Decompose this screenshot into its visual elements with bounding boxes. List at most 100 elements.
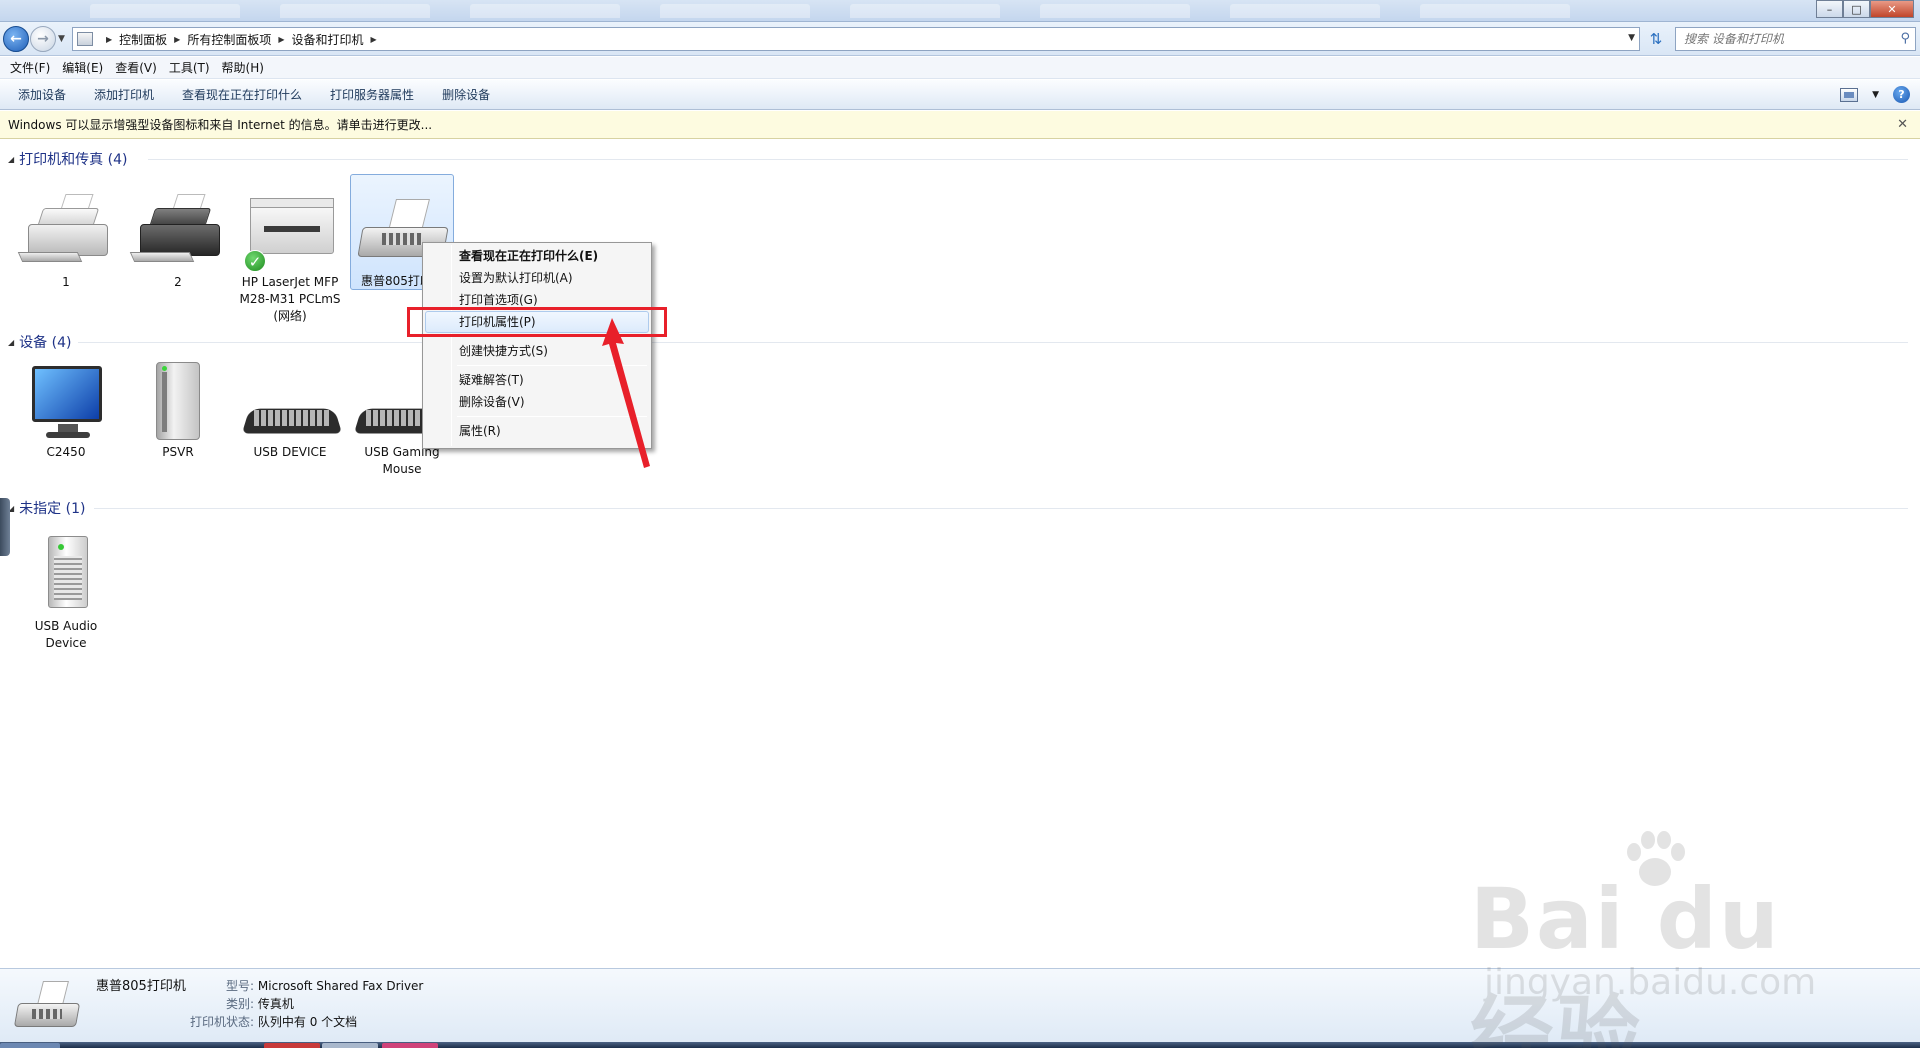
group-header-unspecified[interactable]: ◢ 未指定 (1): [8, 497, 1908, 519]
multifunction-printer-icon: ✓: [242, 192, 338, 272]
printer-tile-1[interactable]: 1: [14, 192, 118, 291]
breadcrumb: ▶ 控制面板 ▶ 所有控制面板项 ▶ 设备和打印机 ▶: [99, 31, 384, 48]
close-icon[interactable]: ✕: [1897, 117, 1908, 132]
background-tab[interactable]: [1040, 4, 1190, 18]
refresh-icon: ⇅: [1649, 30, 1663, 48]
device-tile-usb-audio[interactable]: USB Audio Device: [14, 536, 118, 652]
background-tab[interactable]: [1420, 4, 1570, 18]
device-tile-psvr[interactable]: PSVR: [126, 362, 230, 461]
details-category: 类别: 传真机: [226, 995, 294, 1012]
printer-icon: [17, 192, 114, 272]
collapse-triangle-icon[interactable]: ◢: [8, 338, 14, 347]
tile-label: USB Gaming Mouse: [364, 445, 440, 476]
search-input[interactable]: [1684, 32, 1884, 46]
background-tab[interactable]: [660, 4, 810, 18]
menu-item-set-default[interactable]: 设置为默认打印机(A): [425, 267, 649, 289]
taskbar-app[interactable]: [382, 1043, 438, 1048]
details-category-key: 类别:: [226, 997, 255, 1011]
audio-device-icon: [18, 536, 114, 616]
info-bar-text: Windows 可以显示增强型设备图标和来自 Internet 的信息。请单击进…: [8, 118, 433, 132]
maximize-button[interactable]: □: [1843, 0, 1870, 18]
chevron-right-icon[interactable]: ▶: [174, 35, 180, 44]
device-tile-usb-device[interactable]: USB DEVICE: [238, 362, 343, 461]
printer-tile-2[interactable]: 2: [126, 192, 230, 291]
menu-help[interactable]: 帮助(H): [216, 59, 270, 76]
taskbar-app[interactable]: [264, 1043, 320, 1048]
tile-label: C2450: [46, 445, 86, 459]
watermark: Bai du 经验 jingyan.baidu.com: [1470, 831, 1830, 1048]
external-drive-icon: [130, 362, 226, 442]
monitor-icon: [18, 362, 114, 442]
chevron-right-icon[interactable]: ▶: [371, 35, 377, 44]
chevron-right-icon[interactable]: ▶: [278, 35, 284, 44]
control-panel-icon: [77, 32, 93, 46]
tile-label: 2: [174, 275, 182, 289]
background-tab[interactable]: [470, 4, 620, 18]
add-device-button[interactable]: 添加设备: [8, 86, 76, 103]
group-divider: [148, 159, 1908, 160]
sidebar-gadget-handle[interactable]: [0, 498, 10, 556]
back-button[interactable]: ←: [3, 26, 29, 52]
menu-bar: 文件(F) 编辑(E) 查看(V) 工具(T) 帮助(H): [0, 57, 1920, 79]
menu-file[interactable]: 文件(F): [4, 59, 56, 76]
forward-button[interactable]: →: [30, 26, 56, 52]
search-icon[interactable]: ⚲: [1900, 31, 1910, 46]
details-status-value: 队列中有 0 个文档: [257, 1015, 358, 1029]
remove-device-button[interactable]: 删除设备: [432, 86, 500, 103]
details-model: 型号: Microsoft Shared Fax Driver: [226, 977, 423, 994]
annotation-arrow-icon: [602, 318, 650, 468]
breadcrumb-devices-printers[interactable]: 设备和打印机: [292, 31, 364, 48]
keyboard-icon: [241, 362, 343, 442]
search-box[interactable]: ⚲: [1675, 27, 1916, 51]
collapse-triangle-icon[interactable]: ◢: [8, 155, 14, 164]
details-status-key: 打印机状态:: [190, 1015, 255, 1029]
change-view-icon[interactable]: [1840, 87, 1859, 102]
group-divider: [94, 508, 1908, 509]
background-tab[interactable]: [850, 4, 1000, 18]
chevron-right-icon[interactable]: ▶: [106, 35, 112, 44]
tile-label: 1: [62, 275, 70, 289]
see-whats-printing-button[interactable]: 查看现在正在打印什么: [172, 86, 312, 103]
add-printer-button[interactable]: 添加打印机: [84, 86, 164, 103]
default-printer-check-icon: ✓: [244, 250, 266, 272]
taskbar-app[interactable]: [322, 1043, 378, 1048]
background-tab[interactable]: [280, 4, 430, 18]
close-button[interactable]: ✕: [1870, 0, 1914, 18]
menu-tools[interactable]: 工具(T): [163, 59, 216, 76]
tile-label: HP LaserJet MFP M28-M31 PCLmS (网络): [239, 275, 341, 323]
info-bar[interactable]: Windows 可以显示增强型设备图标和来自 Internet 的信息。请单击进…: [0, 111, 1920, 139]
background-tab[interactable]: [1230, 4, 1380, 18]
start-button[interactable]: [0, 1043, 60, 1048]
device-tile-c2450[interactable]: C2450: [14, 362, 118, 461]
details-category-value: 传真机: [257, 997, 294, 1011]
background-tab[interactable]: [90, 4, 240, 18]
tile-label: USB DEVICE: [253, 445, 327, 459]
view-options-dropdown[interactable]: ▼: [1872, 90, 1879, 100]
menu-edit[interactable]: 编辑(E): [56, 59, 109, 76]
address-history-dropdown[interactable]: ▼: [1628, 33, 1635, 43]
breadcrumb-control-panel[interactable]: 控制面板: [119, 31, 167, 48]
tile-label: PSVR: [162, 445, 194, 459]
refresh-button[interactable]: ⇅: [1646, 30, 1666, 48]
details-model-key: 型号:: [226, 979, 255, 993]
menu-view[interactable]: 查看(V): [109, 59, 163, 76]
watermark-brand: Bai du 经验: [1470, 870, 1781, 1048]
menu-item-see-whats-printing[interactable]: 查看现在正在打印什么(E): [425, 245, 649, 267]
minimize-button[interactable]: –: [1816, 0, 1843, 18]
watermark-url: jingyan.baidu.com: [1484, 962, 1817, 1003]
recent-pages-dropdown[interactable]: ▼: [58, 34, 65, 44]
print-server-properties-button[interactable]: 打印服务器属性: [320, 86, 424, 103]
details-device-name: 惠普805打印机: [96, 979, 186, 994]
fax-printer-icon: [13, 979, 84, 1037]
group-header-devices[interactable]: ◢ 设备 (4): [8, 331, 1908, 353]
group-title: 未指定 (1): [19, 501, 86, 517]
group-title: 打印机和传真 (4): [19, 152, 128, 168]
address-bar-row: ← → ▼ ▶ 控制面板 ▶ 所有控制面板项 ▶ 设备和打印机 ▶ ▼ ⇅ ⚲: [0, 22, 1920, 56]
address-box[interactable]: ▶ 控制面板 ▶ 所有控制面板项 ▶ 设备和打印机 ▶ ▼: [72, 27, 1640, 51]
breadcrumb-all-items[interactable]: 所有控制面板项: [187, 31, 271, 48]
arrow-right-icon: →: [37, 31, 49, 47]
printer-tile-hp-laserjet[interactable]: ✓ HP LaserJet MFP M28-M31 PCLmS (网络): [238, 192, 342, 325]
help-icon[interactable]: ?: [1893, 86, 1910, 103]
group-header-printers[interactable]: ◢ 打印机和传真 (4): [8, 148, 1908, 170]
arrow-left-icon: ←: [10, 31, 22, 47]
